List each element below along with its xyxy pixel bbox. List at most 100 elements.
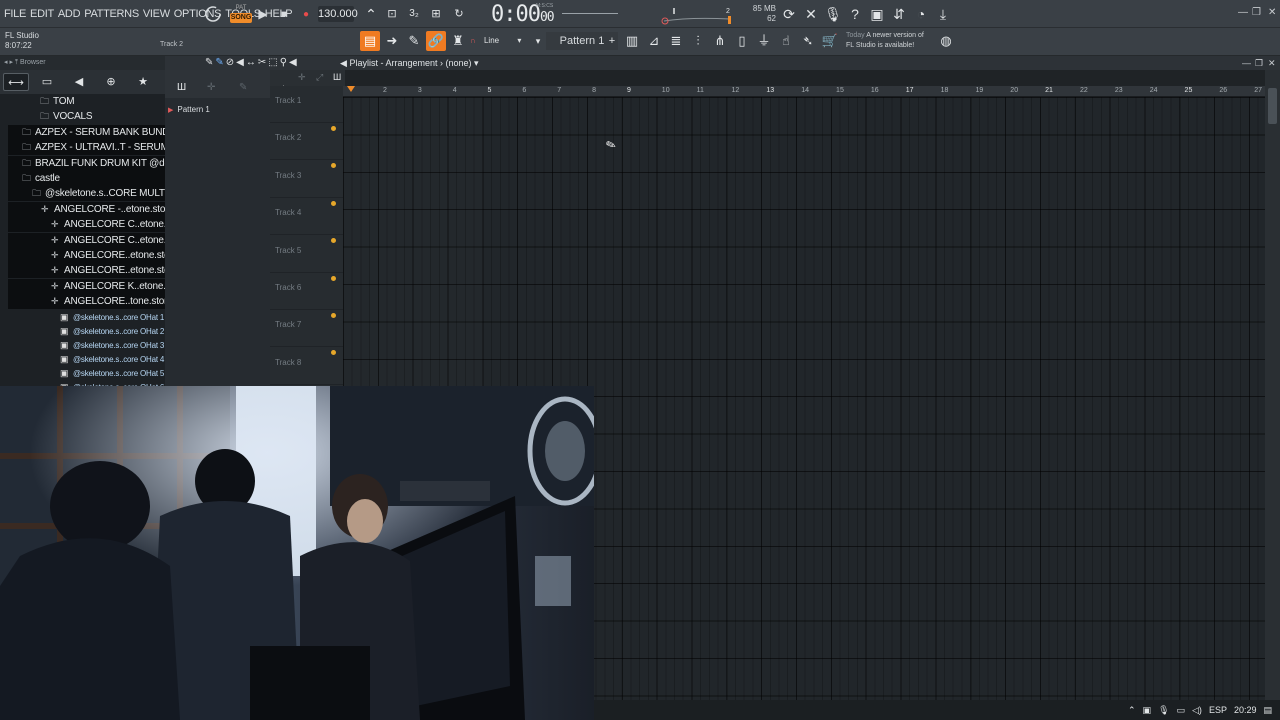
browser-file-item[interactable]: ▣ @skeletone.s..core OHat 5 [60,366,165,380]
play-icon[interactable]: ▶ [256,5,270,23]
menu-add[interactable]: ADD [58,8,81,20]
browser-file-item[interactable]: ▣ @skeletone.s..core OHat 1 [60,310,165,324]
track-header[interactable]: Track 7 [270,310,343,348]
browser-folder-item[interactable]: ✛ ANGELCORE..etone.store [8,263,165,279]
record-icon[interactable]: ● [299,5,313,23]
link-icon[interactable]: 🔗 [426,31,446,51]
browser-folder-item[interactable]: 🗀 AZPEX - SERUM BANK BUNDLE [8,124,165,140]
tools-icon[interactable]: ✕ [802,5,820,23]
playlist-icon[interactable]: ▥ [622,31,642,51]
metronome-icon[interactable]: ⌃ [362,5,380,23]
track-header[interactable]: Track 8 [270,348,343,385]
master-pitch-slider[interactable]: 2 [660,3,740,25]
menu-file[interactable]: FILE [4,8,26,20]
browser-plugin-tab[interactable]: ⊕ [98,73,124,91]
tray-expand-icon[interactable]: ⌃ [1128,705,1136,716]
track-header[interactable]: Track 1 [270,86,343,123]
pattern-list-icon[interactable]: Ш [177,82,186,93]
tray-network-icon[interactable]: ▭ [1177,705,1186,716]
browser-folder-item[interactable]: 🗀 TOM [40,94,165,109]
pat-song-toggle[interactable]: PAT SONG [230,5,252,23]
browser-favorites-tab[interactable]: ★ [130,73,156,91]
pattern-list-item[interactable]: ▶ Pattern 1 [168,103,265,116]
mute-tool-icon[interactable]: ◀ [236,57,246,68]
wait-input-icon[interactable]: ⊡ [383,5,401,23]
stamp-icon[interactable]: ♜ [448,31,468,51]
tray-device-icon[interactable]: ▣ [1143,705,1152,716]
tray-mic-icon[interactable]: 🎙 [1158,705,1169,716]
arrow-right-icon[interactable]: ➜ [382,31,402,51]
pencil-icon[interactable]: ✎ [404,31,424,51]
notifications-icon[interactable]: ▤ [1263,705,1272,716]
browser-folder-item[interactable]: ✛ ANGELCORE..etone.store [8,248,165,263]
maximize-icon[interactable]: ❐ [1252,7,1261,18]
browser-file-item[interactable]: ▣ @skeletone.s..core OHat 3 [60,338,165,352]
browser-icon[interactable]: ▯ [732,31,752,51]
master-volume-slider[interactable] [562,13,618,14]
touch-icon[interactable]: ☝ [776,31,796,51]
browser-folder-item[interactable]: 🗀 BRAZIL FUNK DRUM KIT @dopekit [8,155,165,171]
tree-icon[interactable]: ⋔ [710,31,730,51]
paint-tool-icon[interactable]: ✎ [215,57,225,68]
save-icon[interactable]: ▣ [868,5,886,23]
zoom-tool-icon[interactable]: ⚲ [280,57,289,68]
cart-icon[interactable]: 🛒 [820,31,840,51]
pat-song-knob[interactable] [203,5,223,23]
playback-tool-icon[interactable]: ◀ [289,57,299,68]
playlist-maximize-icon[interactable]: ❐ [1255,56,1263,70]
piano-roll-icon[interactable]: ⊿ [644,31,664,51]
browser-folder-item[interactable]: 🗀 castle [8,171,165,186]
browser-folder-item[interactable]: ✛ ANGELCORE -..etone.store [8,201,165,217]
browser-file-item[interactable]: ▣ @skeletone.s..core OHat 2 [60,324,165,338]
browser-folder-item[interactable]: ✛ ANGELCORE..tone.store [8,294,165,310]
track-header[interactable]: Track 2 [270,123,343,161]
refresh-icon[interactable]: ⟳ [780,5,798,23]
chat-icon[interactable]: ◔ [912,5,930,23]
track-header[interactable]: Track 6 [270,273,343,310]
browser-file-item[interactable]: ▣ @skeletone.s..core OHat 4 [60,352,165,366]
track-header[interactable]: Track 3 [270,161,343,198]
browser-folder-item[interactable]: 🗀 @skeletone.s..CORE MULTIKIT [8,186,165,202]
edit-icon[interactable]: ✎ [239,82,247,93]
pattern-mode-icon[interactable]: Ш [333,72,341,82]
microphone-icon[interactable]: 🎙 [824,5,842,23]
playlist-scrollbar[interactable] [1265,70,1280,700]
channel-rack-icon[interactable]: ≣ [666,31,686,51]
browser-folder-item[interactable]: 🗀 VOCALS [40,109,165,124]
export-icon[interactable]: ⇵ [890,5,908,23]
browser-folder-item[interactable]: ✛ ANGELCORE C..etone.store [8,217,165,233]
scroll-icon[interactable]: ✛ [298,72,306,83]
globe-icon[interactable]: ◍ [936,31,956,51]
add-pattern-icon[interactable]: + [602,31,622,51]
tempo-display[interactable]: 130.000 [318,6,358,22]
menu-edit[interactable]: EDIT [30,8,54,20]
loop-record-icon[interactable]: ↻ [450,5,468,23]
resize-icon[interactable]: ⤢ [316,72,323,83]
slice-tool-icon[interactable]: ✂ [258,57,268,68]
stop-icon[interactable]: ■ [277,5,291,23]
minimize-icon[interactable]: — [1238,7,1248,18]
delete-tool-icon[interactable]: ⊘ [226,57,236,68]
slip-tool-icon[interactable]: ↔ [246,57,258,68]
tray-volume-icon[interactable]: ◁) [1192,705,1202,716]
bird-icon[interactable]: ➴ [798,31,818,51]
step-edit-icon[interactable]: ⊞ [427,5,445,23]
countdown-icon[interactable]: 3₂ [405,5,423,23]
browser-all-tab[interactable]: ⟷ [3,73,29,91]
browser-project-tab[interactable]: ▭ [34,73,60,91]
menu-view[interactable]: VIEW [143,8,170,20]
help-icon[interactable]: ? [846,5,864,23]
close-icon[interactable]: ✕ [1268,7,1276,18]
track-header[interactable]: Track 5 [270,236,343,273]
taskbar-clock[interactable]: 20:29 [1234,705,1257,715]
download-icon[interactable]: ⤓ [934,5,952,23]
timeline-ruler[interactable]: 2 3 4 5 6 7 8 9 10 11 12 13 14 15 16 17 18 19 20 21 22 23 24 25… [343,86,1265,97]
browser-folder-item[interactable]: ✛ ANGELCORE K..etone.store [8,278,165,294]
language-indicator[interactable]: ESP [1209,705,1227,715]
browser-speaker-tab[interactable]: ◀ [66,73,92,91]
pencil-tool-icon[interactable]: ✎ [205,57,215,68]
playlist-minimize-icon[interactable]: — [1242,56,1251,70]
track-header[interactable]: Track 4 [270,198,343,236]
browser-folder-item[interactable]: 🗀 AZPEX - ULTRAVI..T - SERUM BANK [8,140,165,156]
menu-patterns[interactable]: PATTERNS [84,8,139,20]
